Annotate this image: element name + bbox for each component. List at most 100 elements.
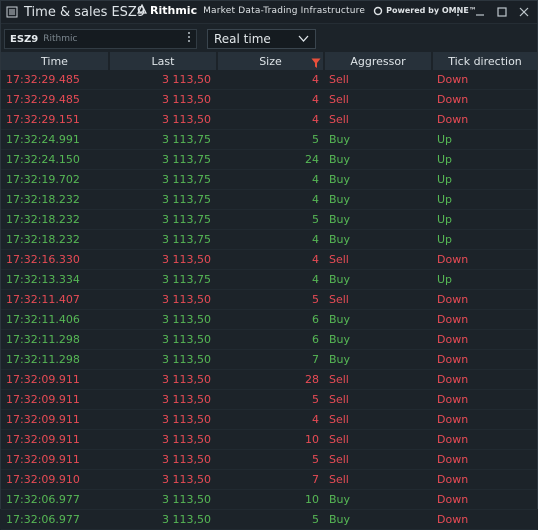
cell-last: 3 113,75 bbox=[109, 189, 217, 210]
window-title: Time & sales ESZ9 bbox=[24, 4, 146, 20]
column-header-size-label: Size bbox=[259, 54, 282, 68]
cell-last: 3 113,50 bbox=[109, 109, 217, 130]
cell-tick-direction: Down bbox=[432, 469, 537, 490]
cell-last: 3 113,50 bbox=[109, 349, 217, 370]
cell-size: 7 bbox=[217, 349, 324, 370]
symbol-menu-icon[interactable] bbox=[187, 31, 191, 46]
close-button[interactable] bbox=[515, 4, 533, 20]
table-row[interactable]: 17:32:09.911 3 113,50 28 Sell Down bbox=[1, 369, 537, 390]
cell-time: 17:32:18.232 bbox=[1, 189, 109, 210]
time-sales-window: Time & sales ESZ9 Rithmic Market Data-Tr… bbox=[0, 0, 538, 530]
cell-tick-direction: Down bbox=[432, 309, 537, 330]
table-row[interactable]: 17:32:16.330 3 113,50 4 Sell Down bbox=[1, 249, 537, 270]
table-row[interactable]: 17:32:18.232 3 113,75 4 Buy Up bbox=[1, 189, 537, 210]
cell-time: 17:32:13.334 bbox=[1, 269, 109, 290]
table-row[interactable]: 17:32:11.406 3 113,50 6 Buy Down bbox=[1, 309, 537, 330]
window-controls bbox=[449, 4, 533, 20]
cell-time: 17:32:29.485 bbox=[1, 89, 109, 110]
table-row[interactable]: 17:32:06.977 3 113,50 10 Buy Down bbox=[1, 489, 537, 510]
table-row[interactable]: 17:32:18.232 3 113,75 5 Buy Up bbox=[1, 209, 537, 230]
omne-icon bbox=[373, 6, 383, 15]
cell-time: 17:32:11.406 bbox=[1, 309, 109, 330]
cell-last: 3 113,75 bbox=[109, 129, 217, 150]
cell-size: 10 bbox=[217, 489, 324, 510]
cell-tick-direction: Down bbox=[432, 70, 537, 90]
table-row[interactable]: 17:32:09.911 3 113,50 5 Sell Down bbox=[1, 389, 537, 410]
cell-time: 17:32:18.232 bbox=[1, 209, 109, 230]
table-row[interactable]: 17:32:29.485 3 113,50 4 Sell Down bbox=[1, 70, 537, 90]
rithmic-logo-icon bbox=[137, 3, 147, 17]
chevron-down-icon bbox=[298, 33, 309, 47]
rithmic-name: Rithmic bbox=[150, 4, 198, 17]
table-row[interactable]: 17:32:11.298 3 113,50 7 Buy Down bbox=[1, 349, 537, 370]
table-row[interactable]: 17:32:18.232 3 113,75 4 Buy Up bbox=[1, 229, 537, 250]
cell-aggressor: Buy bbox=[324, 229, 432, 250]
cell-tick-direction: Down bbox=[432, 449, 537, 470]
cell-tick-direction: Down bbox=[432, 329, 537, 350]
link-menu-icon[interactable] bbox=[449, 4, 467, 20]
maximize-button[interactable] bbox=[493, 4, 511, 20]
symbol-name: ESZ9 bbox=[10, 33, 39, 45]
mode-dropdown[interactable]: Real time bbox=[207, 29, 316, 49]
cell-size: 5 bbox=[217, 449, 324, 470]
cell-aggressor: Sell bbox=[324, 389, 432, 410]
cell-size: 6 bbox=[217, 309, 324, 330]
cell-size: 5 bbox=[217, 389, 324, 410]
cell-last: 3 113,50 bbox=[109, 249, 217, 270]
table-row[interactable]: 17:32:19.702 3 113,75 4 Buy Up bbox=[1, 169, 537, 190]
cell-tick-direction: Down bbox=[432, 509, 537, 530]
table-row[interactable]: 17:32:11.407 3 113,50 5 Sell Down bbox=[1, 289, 537, 310]
cell-time: 17:32:24.150 bbox=[1, 149, 109, 170]
table-row[interactable]: 17:32:09.911 3 113,50 4 Sell Down bbox=[1, 409, 537, 430]
cell-size: 4 bbox=[217, 109, 324, 130]
filter-icon[interactable] bbox=[311, 58, 321, 72]
symbol-selector[interactable]: ESZ9 Rithmic bbox=[4, 29, 197, 49]
title-bar[interactable]: Time & sales ESZ9 Rithmic Market Data-Tr… bbox=[1, 1, 537, 24]
cell-aggressor: Sell bbox=[324, 409, 432, 430]
cell-size: 4 bbox=[217, 229, 324, 250]
cell-tick-direction: Up bbox=[432, 169, 537, 190]
table-row[interactable]: 17:32:09.911 3 113,50 10 Sell Down bbox=[1, 429, 537, 450]
cell-tick-direction: Down bbox=[432, 109, 537, 130]
table-row[interactable]: 17:32:29.485 3 113,50 4 Sell Down bbox=[1, 89, 537, 110]
column-header-size[interactable]: Size bbox=[217, 52, 325, 72]
column-header-last[interactable]: Last bbox=[109, 52, 218, 70]
cell-aggressor: Buy bbox=[324, 489, 432, 510]
cell-last: 3 113,50 bbox=[109, 449, 217, 470]
minimize-button[interactable] bbox=[471, 4, 489, 20]
cell-last: 3 113,50 bbox=[109, 409, 217, 430]
column-header-time[interactable]: Time bbox=[1, 52, 110, 70]
cell-aggressor: Sell bbox=[324, 249, 432, 270]
cell-aggressor: Buy bbox=[324, 309, 432, 330]
cell-last: 3 113,50 bbox=[109, 309, 217, 330]
column-header-aggressor[interactable]: Aggressor bbox=[324, 52, 433, 70]
cell-last: 3 113,50 bbox=[109, 369, 217, 390]
table-row[interactable]: 17:32:06.977 3 113,50 5 Buy Down bbox=[1, 509, 537, 530]
cell-aggressor: Buy bbox=[324, 209, 432, 230]
cell-tick-direction: Up bbox=[432, 149, 537, 170]
time-sales-icon bbox=[6, 6, 18, 18]
table-row[interactable]: 17:32:09.911 3 113,50 5 Sell Down bbox=[1, 449, 537, 470]
cell-time: 17:32:24.991 bbox=[1, 129, 109, 150]
rithmic-brand: Rithmic Market Data-Trading Infrastructu… bbox=[137, 3, 477, 17]
table-row[interactable]: 17:32:24.991 3 113,75 5 Buy Up bbox=[1, 129, 537, 150]
cell-time: 17:32:16.330 bbox=[1, 249, 109, 270]
table-row[interactable]: 17:32:24.150 3 113,75 24 Buy Up bbox=[1, 149, 537, 170]
table-header: Time Last Size Aggressor Tick direction bbox=[1, 52, 537, 70]
cell-last: 3 113,50 bbox=[109, 289, 217, 310]
column-header-tick-direction[interactable]: Tick direction bbox=[432, 52, 537, 70]
cell-aggressor: Sell bbox=[324, 429, 432, 450]
cell-tick-direction: Down bbox=[432, 389, 537, 410]
cell-time: 17:32:29.485 bbox=[1, 70, 109, 90]
cell-aggressor: Sell bbox=[324, 109, 432, 130]
cell-time: 17:32:09.911 bbox=[1, 389, 109, 410]
table-row[interactable]: 17:32:13.334 3 113,75 4 Buy Up bbox=[1, 269, 537, 290]
cell-tick-direction: Down bbox=[432, 429, 537, 450]
table-row[interactable]: 17:32:09.910 3 113,50 7 Sell Down bbox=[1, 469, 537, 490]
cell-last: 3 113,50 bbox=[109, 389, 217, 410]
cell-size: 28 bbox=[217, 369, 324, 390]
cell-size: 7 bbox=[217, 469, 324, 490]
table-row[interactable]: 17:32:11.298 3 113,50 6 Buy Down bbox=[1, 329, 537, 350]
table-row[interactable]: 17:32:29.151 3 113,50 4 Sell Down bbox=[1, 109, 537, 130]
cell-aggressor: Buy bbox=[324, 509, 432, 530]
